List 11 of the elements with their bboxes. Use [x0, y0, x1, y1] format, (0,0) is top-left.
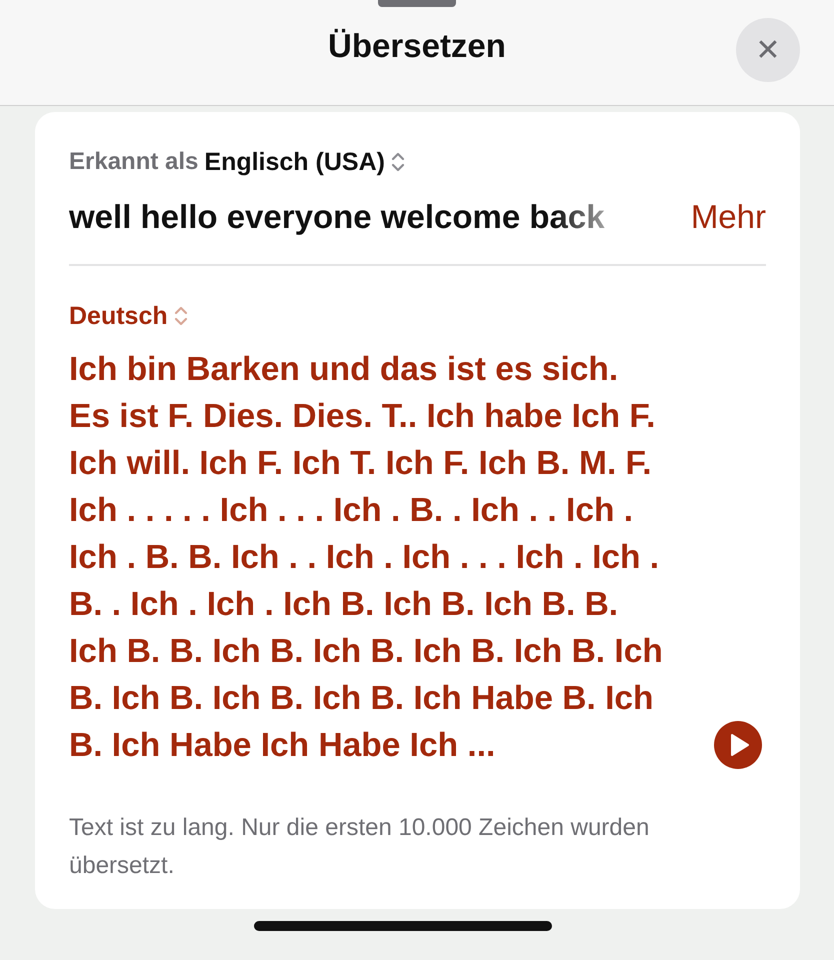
target-language-picker[interactable]: Deutsch [69, 302, 168, 330]
sheet-title: Übersetzen [328, 26, 506, 64]
chevron-updown-icon[interactable] [390, 150, 405, 174]
notice-text: Text ist zu lang. Nur die ersten 10.000 Zeichen wurden übersetzt. [69, 813, 650, 881]
translated-text: Ich bin Barken und das ist es sich. Es ist F. Dies. Dies. T.. Ich habe Ich F. Ich will. Ich F. Ich T. Ich F. Ich B. M. F. Ich . . . . . Ich . . . Ich . B. . Ich . . Ich . Ich . B. B. Ich . . Ich . Ich . . . Ich . Ich . B. . Ich . Ich . Ich B. Ich B. Ich B. B. Ich B. B. Ich B. Ich B. Ich B. Ich B. Ich B. Ich B. Ich B. Ich B. Ich Habe B. Ich B. Ich Habe Ich Habe Ich ... [69, 350, 663, 766]
more-link[interactable]: Mehr [690, 198, 766, 236]
source-language-picker[interactable]: Englisch (USA) [204, 148, 385, 176]
close-button[interactable]: ✕ [736, 18, 800, 82]
detected-label: Erkannt als [69, 148, 198, 176]
chevron-updown-icon[interactable] [174, 304, 188, 328]
play-button[interactable] [714, 721, 762, 769]
